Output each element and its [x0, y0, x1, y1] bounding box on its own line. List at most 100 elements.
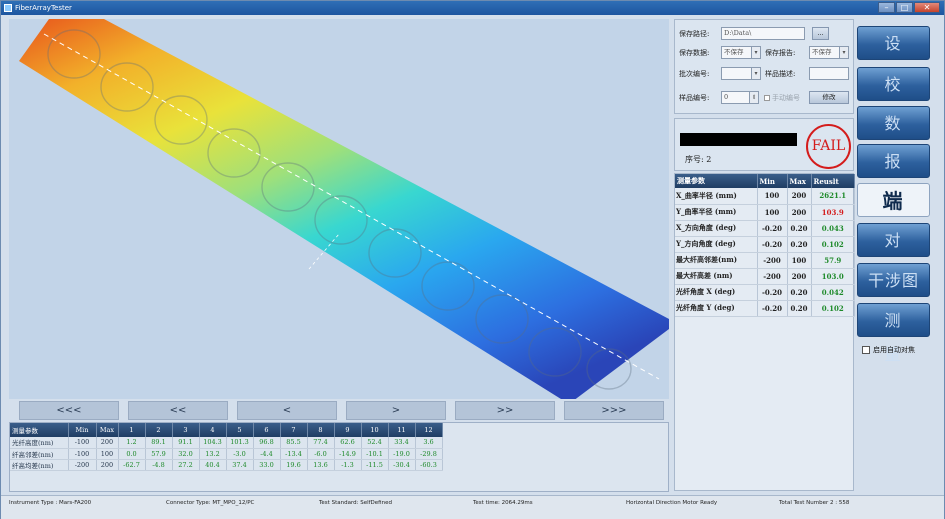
- column-header: Reuslt: [811, 174, 855, 188]
- status-time: Test time: 2064.29ms: [473, 500, 533, 506]
- cell: 33.0: [253, 459, 281, 471]
- cell: -62.7: [118, 459, 146, 471]
- column-header: 12: [415, 423, 443, 437]
- table-row[interactable]: 最大纤高差 (nm) -200 200 103.0: [675, 268, 855, 285]
- table-row[interactable]: X_方向角度 (deg) -0.20 0.20 0.043: [675, 220, 855, 237]
- column-header: 6: [253, 423, 281, 437]
- nav-next-page-button[interactable]: >>: [455, 401, 555, 420]
- row-max: 200: [96, 459, 119, 471]
- table-row[interactable]: 光纤高度(nm) -100 200 1.2 89.1 91.1 104.3 10…: [10, 437, 443, 449]
- batch-label: 批次编号:: [679, 70, 710, 78]
- cell: -13.4: [280, 448, 308, 460]
- modify-button[interactable]: 修改: [809, 91, 849, 104]
- param-result: 103.0: [811, 268, 855, 285]
- nav-interferogram-button[interactable]: 干涉图: [857, 263, 930, 297]
- title-bar: FiberArrayTester – □ ✕: [1, 1, 944, 15]
- cell: -4.8: [145, 459, 173, 471]
- column-header: Max: [787, 174, 812, 188]
- param-name: X_曲率半径 (mm): [675, 188, 758, 205]
- param-max: 0.20: [787, 220, 812, 237]
- endface-image-view[interactable]: [9, 19, 669, 399]
- app-window: FiberArrayTester – □ ✕ <<< << < > >> >>>…: [0, 0, 945, 519]
- cell: -3.0: [226, 448, 254, 460]
- window-title: FiberArrayTester: [15, 4, 72, 12]
- nav-focus-button[interactable]: 对 焦: [857, 223, 930, 284]
- cell: 91.1: [172, 437, 200, 449]
- nav-prev-button[interactable]: <: [237, 401, 337, 420]
- maximize-button[interactable]: □: [896, 2, 913, 13]
- nav-endface-button[interactable]: 端 面: [857, 183, 930, 247]
- param-min: -0.20: [757, 236, 788, 253]
- table-row[interactable]: 纤高均差(nm) -200 200 -62.7 -4.8 27.2 40.4 3…: [10, 459, 443, 471]
- nav-settings-button[interactable]: 设 置: [857, 26, 930, 87]
- auto-focus-toggle[interactable]: 启用自动对焦: [862, 345, 915, 355]
- param-max: 200: [787, 204, 812, 221]
- fail-stamp: FAIL: [806, 124, 851, 169]
- param-result: 0.102: [811, 236, 855, 253]
- sample-no-label: 样品编号:: [679, 94, 710, 102]
- cell: -14.9: [334, 448, 362, 460]
- save-report-select[interactable]: 不保存 ▾: [809, 46, 849, 59]
- nav-calibrate-button[interactable]: 校 准: [857, 67, 930, 128]
- param-min: -0.20: [757, 220, 788, 237]
- cell: -6.0: [307, 448, 335, 460]
- table-row[interactable]: 最大纤高邻差(nm) -200 100 57.9: [675, 252, 855, 269]
- param-max: 0.20: [787, 236, 812, 253]
- save-data-label: 保存数据:: [679, 49, 710, 57]
- param-max: 200: [787, 188, 812, 205]
- nav-first-button[interactable]: <<<: [19, 401, 119, 420]
- nav-last-button[interactable]: >>>: [564, 401, 664, 420]
- table-row[interactable]: X_曲率半径 (mm) 100 200 2621.1: [675, 188, 855, 205]
- param-result: 0.043: [811, 220, 855, 237]
- nav-next-button[interactable]: >: [346, 401, 446, 420]
- table-row[interactable]: Y_曲率半径 (mm) 100 200 103.9: [675, 204, 855, 221]
- sample-no-stepper[interactable]: 0 ⇕: [721, 91, 759, 104]
- settings-panel: 保存路径: D:\Data\ ... 保存数据: 不保存 ▾ 保存报告: 不保存 ▾…: [674, 19, 854, 114]
- minimize-button[interactable]: –: [878, 2, 895, 13]
- param-result: 103.9: [811, 204, 855, 221]
- cell: -4.4: [253, 448, 281, 460]
- status-total: Total Test Number 2 : 558: [779, 500, 850, 506]
- auto-focus-checkbox[interactable]: [862, 346, 870, 354]
- param-name: X_方向角度 (deg): [675, 220, 758, 237]
- param-max: 100: [787, 252, 812, 269]
- close-button[interactable]: ✕: [914, 2, 940, 13]
- nav-prev-page-button[interactable]: <<: [128, 401, 228, 420]
- param-result: 0.102: [811, 300, 855, 317]
- column-header: 测量参数: [675, 174, 758, 188]
- param-min: 100: [757, 188, 788, 205]
- param-name: 光纤角度 Y (deg): [675, 300, 758, 317]
- status-connector: Connector Type: MT_MPO_12/PC: [166, 500, 255, 506]
- nav-measure-button[interactable]: 测 量: [857, 303, 930, 364]
- batch-select[interactable]: ▾: [721, 67, 761, 80]
- cell: 37.4: [226, 459, 254, 471]
- sample-no-value: 0: [724, 93, 729, 101]
- save-data-select[interactable]: 不保存 ▾: [721, 46, 761, 59]
- cell: -29.8: [415, 448, 443, 460]
- cell: -60.3: [415, 459, 443, 471]
- browse-button[interactable]: ...: [812, 27, 829, 40]
- param-max: 200: [787, 268, 812, 285]
- column-header: 5: [226, 423, 254, 437]
- column-header: 10: [361, 423, 389, 437]
- sample-desc-input[interactable]: [809, 67, 849, 80]
- row-max: 100: [96, 448, 119, 460]
- nav-report-button[interactable]: 报 告: [857, 144, 930, 205]
- auto-focus-label: 启用自动对焦: [873, 346, 915, 354]
- cell: -11.5: [361, 459, 389, 471]
- table-row[interactable]: 光纤角度 Y (deg) -0.20 0.20 0.102: [675, 300, 855, 317]
- save-path-input[interactable]: D:\Data\: [721, 27, 805, 40]
- status-instrument: Instrument Type : Mars-FA200: [9, 500, 92, 506]
- stepper-arrows-icon[interactable]: ⇕: [749, 92, 758, 103]
- column-header: 1: [118, 423, 146, 437]
- param-result: 57.9: [811, 252, 855, 269]
- table-row[interactable]: 纤高邻差(nm) -100 100 0.0 57.9 32.0 13.2 -3.…: [10, 448, 443, 460]
- column-header: 2: [145, 423, 173, 437]
- image-nav-row: <<< << < > >> >>>: [19, 401, 664, 421]
- table-row[interactable]: Y_方向角度 (deg) -0.20 0.20 0.102: [675, 236, 855, 253]
- nav-data-button[interactable]: 数 据: [857, 106, 930, 167]
- table-row[interactable]: 光纤角度 X (deg) -0.20 0.20 0.042: [675, 284, 855, 301]
- param-name: 最大纤高邻差(nm): [675, 252, 758, 269]
- fiber-measure-table: 测量参数 Min Max 1 2 3 4 5 6 7 8 9 10 11 12 …: [9, 422, 669, 492]
- manual-no-checkbox[interactable]: [764, 95, 770, 101]
